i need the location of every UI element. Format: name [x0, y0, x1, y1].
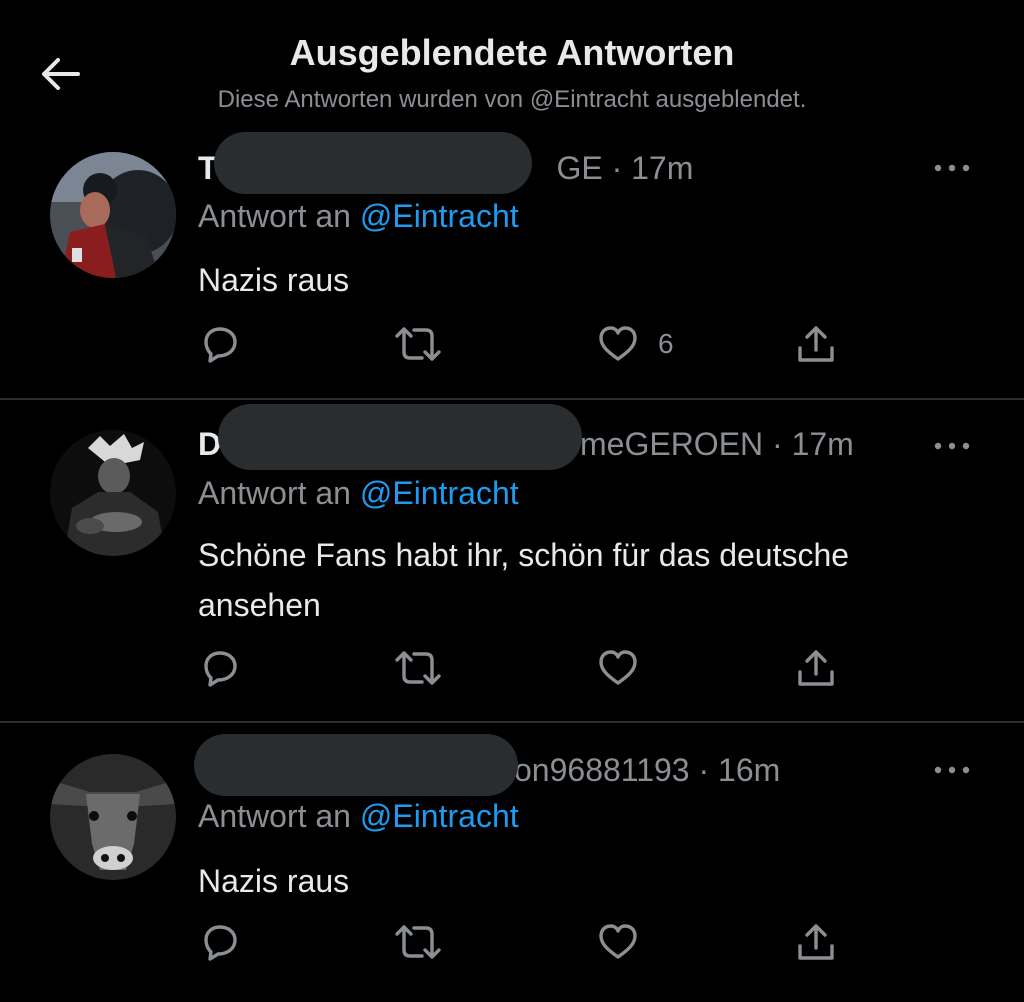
- reply-icon: [204, 925, 237, 961]
- reply-item[interactable]: on96881193 · 16m Antwort an @Eintracht N…: [0, 0, 1024, 1002]
- reply-text: Nazis raus: [198, 863, 350, 899]
- retweet-button[interactable]: [392, 920, 444, 964]
- like-icon: [599, 924, 637, 959]
- handle-suffix[interactable]: on96881193: [514, 752, 690, 788]
- avatar[interactable]: [50, 754, 176, 880]
- reply-to-mention[interactable]: @Eintracht: [360, 798, 519, 834]
- redaction-bar: [194, 734, 518, 796]
- share-icon: [798, 924, 834, 960]
- more-icon: [934, 766, 970, 774]
- reply-time: 16m: [718, 752, 781, 788]
- share-button[interactable]: [794, 920, 838, 964]
- reply-to-label: Antwort an: [198, 798, 351, 834]
- reply-to-line: Antwort an @Eintracht: [198, 798, 519, 835]
- retweet-icon: [395, 925, 441, 959]
- action-bar: [0, 920, 1024, 964]
- more-button[interactable]: [930, 760, 974, 780]
- like-button[interactable]: [596, 920, 658, 964]
- reply-button[interactable]: [198, 920, 242, 964]
